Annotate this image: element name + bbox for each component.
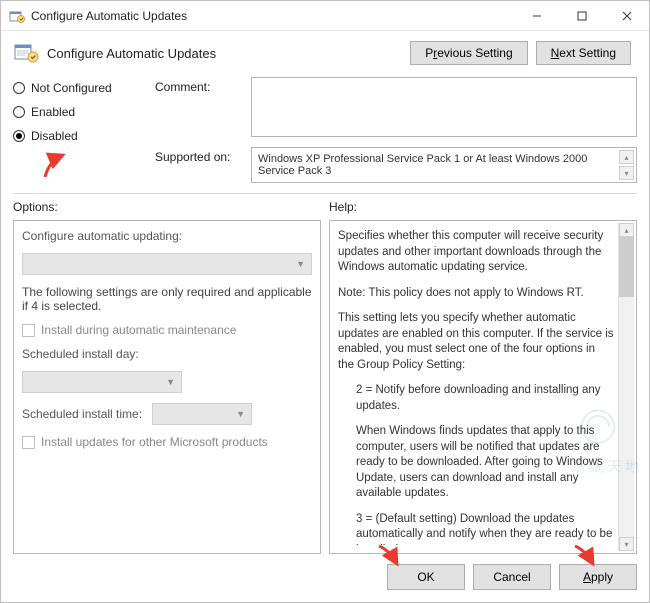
next-setting-button[interactable]: Next Setting (536, 41, 631, 65)
scheduled-time-select[interactable]: ▼ (152, 403, 252, 425)
checkbox-label: Install during automatic maintenance (41, 323, 236, 337)
comment-row: Comment: (155, 77, 637, 137)
chevron-down-icon: ▼ (236, 409, 245, 419)
policy-icon-large (13, 41, 41, 65)
help-paragraph: Specifies whether this computer will rec… (338, 229, 614, 276)
radio-enabled[interactable]: Enabled (13, 105, 143, 119)
help-paragraph: This setting lets you specify whether au… (338, 311, 614, 373)
policy-icon (9, 8, 25, 24)
options-note: The following settings are only required… (22, 285, 312, 313)
radio-circle-icon (13, 130, 25, 142)
supported-row: Supported on: Windows XP Professional Se… (155, 147, 637, 183)
options-pane: Configure automatic updating: ▼ The foll… (13, 220, 321, 554)
annotation-arrow-icon (39, 151, 75, 181)
maximize-button[interactable] (559, 1, 604, 30)
close-button[interactable] (604, 1, 649, 30)
header: Configure Automatic Updates Previous Set… (1, 31, 649, 71)
window-title: Configure Automatic Updates (31, 9, 514, 23)
chevron-down-icon: ▼ (166, 377, 175, 387)
configure-updating-label: Configure automatic updating: (22, 229, 312, 243)
help-label: Help: (329, 200, 357, 214)
scroll-down-icon[interactable]: ▾ (619, 166, 634, 180)
supported-on-box: Windows XP Professional Service Pack 1 o… (251, 147, 637, 183)
help-text: Specifies whether this computer will rec… (338, 229, 628, 545)
scroll-thumb[interactable] (619, 237, 634, 297)
minimize-button[interactable] (514, 1, 559, 30)
previous-setting-button[interactable]: Previous Setting (410, 41, 527, 65)
chevron-down-icon: ▼ (296, 259, 305, 269)
ok-button[interactable]: OK (387, 564, 465, 590)
scheduled-day-select[interactable]: ▼ (22, 371, 182, 393)
cancel-button[interactable]: Cancel (473, 564, 551, 590)
radio-not-configured[interactable]: Not Configured (13, 81, 143, 95)
radio-circle-icon (13, 82, 25, 94)
fields: Comment: Supported on: Windows XP Profes… (155, 77, 637, 183)
scroll-up-icon[interactable]: ▴ (619, 150, 634, 164)
state-radio-group: Not Configured Enabled Disabled (13, 77, 143, 183)
window: Configure Automatic Updates (0, 0, 650, 603)
scroll-down-icon[interactable]: ▾ (619, 537, 634, 551)
apply-button[interactable]: Apply (559, 564, 637, 590)
radio-circle-icon (13, 106, 25, 118)
scroll-up-icon[interactable]: ▴ (619, 223, 634, 237)
radio-label: Disabled (31, 129, 78, 143)
footer: OK Cancel Apply (1, 554, 649, 602)
checkbox-icon (22, 324, 35, 337)
radio-disabled[interactable]: Disabled (13, 129, 143, 143)
scheduled-day-label: Scheduled install day: (22, 347, 312, 361)
options-label: Options: (13, 200, 329, 214)
scrollbar[interactable]: ▴ ▾ (619, 150, 634, 180)
titlebar: Configure Automatic Updates (1, 1, 649, 31)
scrollbar[interactable]: ▴ ▾ (618, 223, 634, 551)
help-paragraph: When Windows finds updates that apply to… (338, 424, 614, 502)
install-during-maintenance-checkbox[interactable]: Install during automatic maintenance (22, 323, 312, 337)
checkbox-icon (22, 436, 35, 449)
lower-section: Configure automatic updating: ▼ The foll… (1, 216, 649, 554)
comment-input[interactable] (251, 77, 637, 137)
help-paragraph: 3 = (Default setting) Download the updat… (338, 512, 614, 545)
radio-label: Not Configured (31, 81, 112, 95)
configure-updating-select[interactable]: ▼ (22, 253, 312, 275)
checkbox-label: Install updates for other Microsoft prod… (41, 435, 268, 449)
supported-on-text: Windows XP Professional Service Pack 1 o… (258, 153, 618, 177)
scheduled-time-label: Scheduled install time: (22, 407, 142, 421)
radio-label: Enabled (31, 105, 75, 119)
top-section: Not Configured Enabled Disabled Comment:… (1, 71, 649, 191)
install-other-products-checkbox[interactable]: Install updates for other Microsoft prod… (22, 435, 312, 449)
divider (13, 193, 637, 194)
nav-buttons: Previous Setting Next Setting (410, 41, 631, 65)
section-labels: Options: Help: (1, 196, 649, 216)
comment-label: Comment: (155, 77, 243, 94)
help-paragraph: 2 = Notify before downloading and instal… (338, 383, 614, 414)
page-title: Configure Automatic Updates (47, 46, 410, 61)
help-paragraph: Note: This policy does not apply to Wind… (338, 286, 614, 302)
supported-label: Supported on: (155, 147, 243, 164)
help-pane: Specifies whether this computer will rec… (329, 220, 637, 554)
window-controls (514, 1, 649, 30)
